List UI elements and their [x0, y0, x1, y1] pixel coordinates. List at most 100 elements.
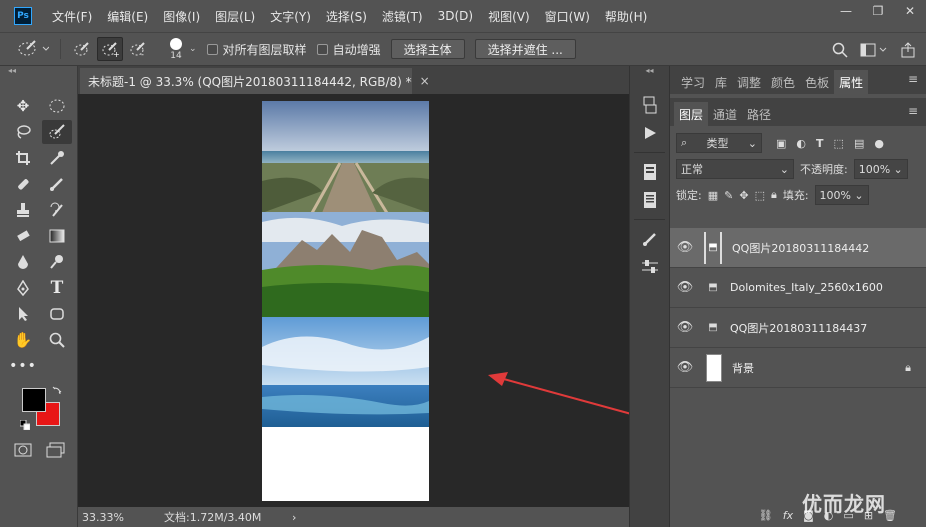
- layers-panel-menu-icon[interactable]: ≡: [908, 104, 918, 118]
- hand-tool-icon[interactable]: ✋: [8, 328, 38, 352]
- quick-mask-icon[interactable]: [14, 442, 32, 458]
- collapse-toolbar-icon[interactable]: ◂◂: [0, 66, 77, 80]
- shape-filter-icon[interactable]: ⬚: [834, 137, 844, 150]
- brush-size-picker[interactable]: 14: [165, 37, 187, 61]
- layer-filter-dropdown[interactable]: ⌕ 类型 ⌄: [676, 133, 762, 153]
- eye-icon[interactable]: 👁︎: [670, 360, 700, 375]
- menu-type[interactable]: 文字(Y): [270, 8, 311, 25]
- adjustment-filter-icon[interactable]: ◐: [796, 137, 806, 150]
- workspace-icon[interactable]: [860, 42, 888, 58]
- adjustments-sliders-icon[interactable]: [634, 254, 666, 280]
- canvas-area[interactable]: [78, 94, 636, 507]
- status-menu-arrow[interactable]: ›: [292, 511, 296, 524]
- menu-3d[interactable]: 3D(D): [438, 9, 473, 23]
- menu-view[interactable]: 视图(V): [488, 8, 530, 25]
- history-panel-icon[interactable]: [634, 92, 666, 118]
- menu-window[interactable]: 窗口(W): [545, 8, 590, 25]
- type-filter-icon[interactable]: T: [816, 137, 824, 150]
- brush-settings-icon[interactable]: [634, 226, 666, 252]
- restore-button[interactable]: ❐: [862, 0, 894, 22]
- paragraph-panel-icon[interactable]: [634, 187, 666, 213]
- opacity-field[interactable]: 100% ⌄: [853, 159, 908, 179]
- eraser-tool-icon[interactable]: [8, 224, 38, 248]
- character-panel-icon[interactable]: [634, 159, 666, 185]
- actions-play-icon[interactable]: [634, 120, 666, 146]
- tab-layers[interactable]: 图层: [674, 102, 709, 126]
- sample-all-layers-checkbox[interactable]: 对所有图层取样: [206, 41, 307, 58]
- panel-menu-icon[interactable]: ≡: [908, 72, 918, 86]
- more-tools-icon[interactable]: •••: [8, 354, 38, 378]
- tab-channels[interactable]: 通道: [708, 102, 742, 126]
- swap-colors-icon[interactable]: [52, 386, 62, 396]
- tab-properties[interactable]: 属性: [834, 70, 869, 94]
- select-subject-button[interactable]: 选择主体: [390, 39, 465, 59]
- chevron-down-icon[interactable]: ⌄: [189, 44, 197, 54]
- share-icon[interactable]: [900, 42, 916, 58]
- menu-edit[interactable]: 编辑(E): [107, 8, 148, 25]
- add-to-selection-button[interactable]: +: [97, 37, 123, 61]
- marquee-tool-icon[interactable]: [42, 94, 72, 118]
- filter-toggle-icon[interactable]: ●: [874, 137, 884, 150]
- screen-mode-icon[interactable]: [46, 442, 66, 458]
- layer-row[interactable]: 👁︎ ⬒ QQ图片20180311184437: [670, 308, 926, 348]
- quick-selection-tool-icon[interactable]: [42, 120, 72, 144]
- gradient-tool-icon[interactable]: [42, 224, 72, 248]
- lock-artboard-icon[interactable]: ⬚: [755, 189, 765, 202]
- eye-icon[interactable]: 👁︎: [670, 320, 700, 335]
- brush-tool-icon[interactable]: [42, 172, 72, 196]
- eyedropper-tool-icon[interactable]: [42, 146, 72, 170]
- tab-libraries[interactable]: 库: [710, 70, 732, 94]
- path-selection-tool-icon[interactable]: [8, 302, 38, 326]
- smart-object-filter-icon[interactable]: ▤: [854, 137, 864, 150]
- link-layers-icon[interactable]: ⛓: [759, 509, 773, 522]
- document-tab[interactable]: 未标题-1 @ 33.3% (QQ图片20180311184442, RGB/8…: [80, 68, 430, 94]
- blur-tool-icon[interactable]: [8, 250, 38, 274]
- lock-transparent-icon[interactable]: ▦: [708, 189, 718, 202]
- lock-all-icon[interactable]: 🔒︎: [771, 188, 777, 202]
- tab-swatches[interactable]: 色板: [800, 70, 834, 94]
- tab-color[interactable]: 颜色: [766, 70, 800, 94]
- type-tool-icon[interactable]: T: [42, 276, 72, 300]
- layer-row[interactable]: 👁︎ 背景 🔒︎: [670, 348, 926, 388]
- document-canvas[interactable]: [262, 101, 429, 501]
- blend-mode-dropdown[interactable]: 正常 ⌄: [676, 159, 794, 179]
- healing-brush-tool-icon[interactable]: [8, 172, 38, 196]
- new-selection-button[interactable]: [69, 37, 95, 61]
- menu-layer[interactable]: 图层(L): [215, 8, 255, 25]
- layer-row[interactable]: 👁︎ ⬒ Dolomites_Italy_2560x1600: [670, 268, 926, 308]
- rectangle-tool-icon[interactable]: [42, 302, 72, 326]
- checkbox-box[interactable]: [206, 43, 218, 55]
- search-icon[interactable]: [832, 42, 848, 58]
- eye-icon[interactable]: 👁︎: [670, 280, 700, 295]
- pixel-filter-icon[interactable]: ▣: [776, 137, 786, 150]
- clone-stamp-tool-icon[interactable]: [8, 198, 38, 222]
- select-and-mask-button[interactable]: 选择并遮住 ...: [474, 39, 576, 59]
- minimize-button[interactable]: —: [830, 0, 862, 22]
- lock-position-icon[interactable]: ✥: [739, 189, 748, 202]
- menu-file[interactable]: 文件(F): [52, 8, 92, 25]
- close-tab-icon[interactable]: ×: [420, 74, 430, 88]
- menu-select[interactable]: 选择(S): [326, 8, 367, 25]
- layer-style-icon[interactable]: fx: [783, 509, 793, 522]
- zoom-tool-icon[interactable]: [42, 328, 72, 352]
- menu-help[interactable]: 帮助(H): [605, 8, 647, 25]
- move-tool-icon[interactable]: ✥: [8, 94, 38, 118]
- tab-adjustments[interactable]: 调整: [732, 70, 766, 94]
- pen-tool-icon[interactable]: [8, 276, 38, 300]
- tool-preset-picker[interactable]: [12, 37, 52, 61]
- fill-field[interactable]: 100% ⌄: [814, 185, 869, 205]
- close-button[interactable]: ✕: [894, 0, 926, 22]
- crop-tool-icon[interactable]: [8, 146, 38, 170]
- lasso-tool-icon[interactable]: [8, 120, 38, 144]
- zoom-level[interactable]: 33.33%: [82, 511, 152, 524]
- lock-image-icon[interactable]: ✎: [724, 189, 733, 202]
- auto-enhance-checkbox[interactable]: 自动增强: [316, 41, 381, 58]
- menu-filter[interactable]: 滤镜(T): [382, 8, 423, 25]
- tab-learn[interactable]: 学习: [676, 70, 710, 94]
- foreground-color-swatch[interactable]: [22, 388, 46, 412]
- tab-paths[interactable]: 路径: [742, 102, 776, 126]
- history-brush-tool-icon[interactable]: [42, 198, 72, 222]
- eye-icon[interactable]: 👁︎: [670, 240, 700, 255]
- layer-row[interactable]: 👁︎ ⬒ QQ图片20180311184442: [670, 228, 926, 268]
- dodge-tool-icon[interactable]: [42, 250, 72, 274]
